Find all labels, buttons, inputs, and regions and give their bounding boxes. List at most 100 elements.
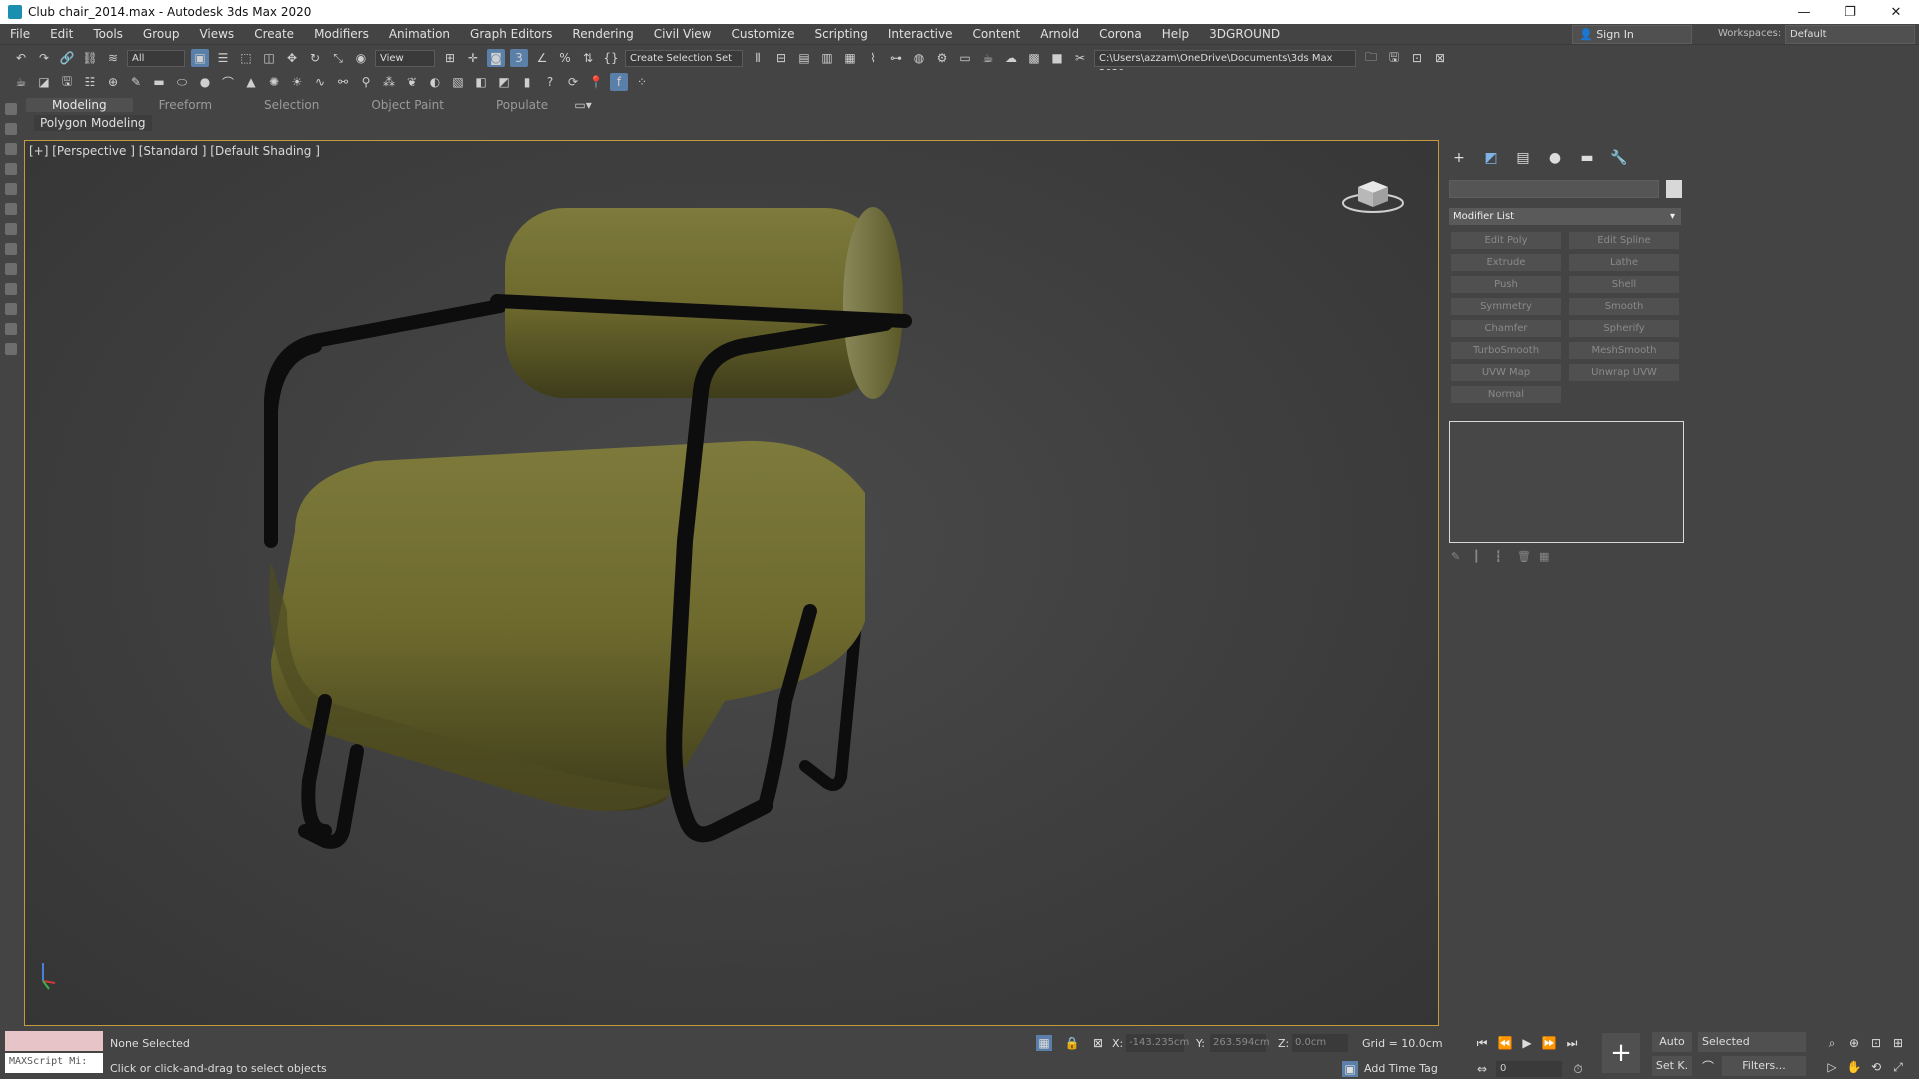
zoom-all-icon[interactable]: ⊕ <box>1846 1035 1862 1051</box>
render-production-icon[interactable]: ☕ <box>979 49 997 67</box>
menu-edit[interactable]: Edit <box>40 27 83 41</box>
play-icon[interactable]: ▶ <box>1519 1035 1535 1051</box>
slate-icon[interactable]: ▮ <box>518 73 536 91</box>
save-icon[interactable]: 🖫 <box>1385 49 1403 67</box>
particles-icon[interactable]: ⁂ <box>380 73 398 91</box>
keyboard-shortcut-override-icon[interactable]: ◙ <box>487 49 505 67</box>
workspaces-dropdown[interactable]: Default <box>1785 25 1915 44</box>
go-to-end-icon[interactable]: ⏭ <box>1564 1035 1580 1051</box>
refresh-icon[interactable]: ⟳ <box>564 73 582 91</box>
object-name-field[interactable] <box>1449 180 1659 198</box>
menu-interactive[interactable]: Interactive <box>878 27 963 41</box>
strip-icon[interactable] <box>5 123 17 135</box>
rectangular-selection-icon[interactable]: ⬚ <box>237 49 255 67</box>
menu-file[interactable]: File <box>0 27 40 41</box>
sphere-icon[interactable]: ● <box>196 73 214 91</box>
mirror-icon[interactable]: ⫴ <box>749 49 767 67</box>
symmetry-button[interactable]: Symmetry <box>1451 298 1561 315</box>
map-icon[interactable]: ▧ <box>449 73 467 91</box>
maximize-viewport-icon[interactable]: ⤢ <box>1890 1059 1906 1075</box>
window-crossing-icon[interactable]: ◫ <box>260 49 278 67</box>
modifier-stack[interactable] <box>1449 421 1684 543</box>
select-rotate-icon[interactable]: ↻ <box>306 49 324 67</box>
maxscript-listener-output[interactable] <box>5 1031 103 1051</box>
strip-icon[interactable] <box>5 263 17 275</box>
material-editor-icon[interactable]: ◍ <box>910 49 928 67</box>
menu-3dground[interactable]: 3DGROUND <box>1199 27 1290 41</box>
spherify-button[interactable]: Spherify <box>1569 320 1679 337</box>
set-key-plus-icon[interactable]: + <box>1602 1033 1640 1073</box>
select-move-icon[interactable]: ✥ <box>283 49 301 67</box>
go-to-start-icon[interactable]: ⏮ <box>1474 1035 1490 1051</box>
menu-animation[interactable]: Animation <box>379 27 460 41</box>
help-icon[interactable]: ? <box>541 73 559 91</box>
strip-icon[interactable] <box>5 283 17 295</box>
align-icon[interactable]: ⊟ <box>772 49 790 67</box>
light-icon[interactable]: ✺ <box>265 73 283 91</box>
menu-views[interactable]: Views <box>189 27 244 41</box>
meshsmooth-button[interactable]: MeshSmooth <box>1569 342 1679 359</box>
menu-modifiers[interactable]: Modifiers <box>304 27 379 41</box>
selection-filter-dropdown[interactable]: All <box>127 49 185 67</box>
menu-corona[interactable]: Corona <box>1089 27 1152 41</box>
tab-modeling[interactable]: Modeling <box>26 97 133 112</box>
menu-group[interactable]: Group <box>133 27 190 41</box>
strip-icon[interactable] <box>5 103 17 115</box>
select-scale-icon[interactable]: ⤡ <box>329 49 347 67</box>
scene-states-icon[interactable]: ◪ <box>35 73 53 91</box>
key-mode-icon[interactable]: ⇔ <box>1474 1061 1490 1077</box>
teapot-icon[interactable]: ☕ <box>12 73 30 91</box>
curve-editor-icon[interactable]: ⌇ <box>864 49 882 67</box>
strip-icon[interactable] <box>5 323 17 335</box>
toggle-layer-explorer-icon[interactable]: ▥ <box>818 49 836 67</box>
isolate-selection-icon[interactable]: ▦ <box>1036 1035 1052 1051</box>
create-tab-icon[interactable]: + <box>1449 148 1469 168</box>
select-object-icon[interactable]: ▣ <box>191 49 209 67</box>
bone-icon[interactable]: ⚯ <box>334 73 352 91</box>
uvw-map-button[interactable]: UVW Map <box>1451 364 1561 381</box>
percent-snap-icon[interactable]: % <box>556 49 574 67</box>
reference-coordinate-dropdown[interactable]: View <box>375 49 435 67</box>
strip-icon[interactable] <box>5 183 17 195</box>
snaps-toggle-icon[interactable]: 3 <box>510 49 528 67</box>
strip-icon[interactable] <box>5 243 17 255</box>
menu-customize[interactable]: Customize <box>721 27 804 41</box>
menu-arnold[interactable]: Arnold <box>1030 27 1089 41</box>
next-frame-icon[interactable]: ⏩ <box>1541 1035 1557 1051</box>
menu-create[interactable]: Create <box>244 27 304 41</box>
edit-spline-button[interactable]: Edit Spline <box>1569 232 1679 249</box>
pin-stack-icon[interactable]: ✎ <box>1451 550 1465 564</box>
unlink-icon[interactable]: ⛓ <box>81 49 99 67</box>
menu-tools[interactable]: Tools <box>83 27 133 41</box>
edit-poly-button[interactable]: Edit Poly <box>1451 232 1561 249</box>
field-of-view-icon[interactable]: ▷ <box>1824 1059 1840 1075</box>
pan-view-icon[interactable]: ✋ <box>1846 1059 1862 1075</box>
time-tag-icon[interactable]: ▣ <box>1342 1061 1358 1077</box>
lathe-button[interactable]: Lathe <box>1569 254 1679 271</box>
pin-icon[interactable]: 📍 <box>587 73 605 91</box>
modifier-list-dropdown[interactable]: Modifier List ▾ <box>1449 208 1681 225</box>
filters-button[interactable]: Filters... <box>1722 1056 1806 1076</box>
previous-frame-icon[interactable]: ⏪ <box>1497 1035 1513 1051</box>
absolute-mode-icon[interactable]: ⊠ <box>1090 1035 1106 1051</box>
polygon-modeling-panel[interactable]: Polygon Modeling <box>34 115 152 131</box>
tab-selection[interactable]: Selection <box>238 98 345 112</box>
minimize-button[interactable]: — <box>1781 0 1827 24</box>
plant-icon[interactable]: ❦ <box>403 73 421 91</box>
y-coordinate-field[interactable]: 263.594cm <box>1210 1034 1270 1052</box>
bind-space-warp-icon[interactable]: ≋ <box>104 49 122 67</box>
redo-icon[interactable]: ↷ <box>35 49 53 67</box>
time-config-icon[interactable]: ⏱ <box>1570 1061 1586 1077</box>
motion-tab-icon[interactable]: ● <box>1545 148 1565 168</box>
menu-rendering[interactable]: Rendering <box>562 27 643 41</box>
push-button[interactable]: Push <box>1451 276 1561 293</box>
utilities-tab-icon[interactable]: 🔧 <box>1609 148 1629 168</box>
configure-modifier-sets-icon[interactable]: ▦ <box>1539 550 1553 564</box>
sign-in-dropdown[interactable]: 👤 Sign In <box>1572 25 1692 44</box>
strip-icon[interactable] <box>5 343 17 355</box>
strip-icon[interactable] <box>5 203 17 215</box>
auto-key-button[interactable]: Auto <box>1652 1032 1692 1052</box>
menu-graph-editors[interactable]: Graph Editors <box>460 27 562 41</box>
set-key-button[interactable]: Set K. <box>1652 1056 1692 1076</box>
perspective-viewport[interactable]: [+] [Perspective ] [Standard ] [Default … <box>24 140 1439 1026</box>
